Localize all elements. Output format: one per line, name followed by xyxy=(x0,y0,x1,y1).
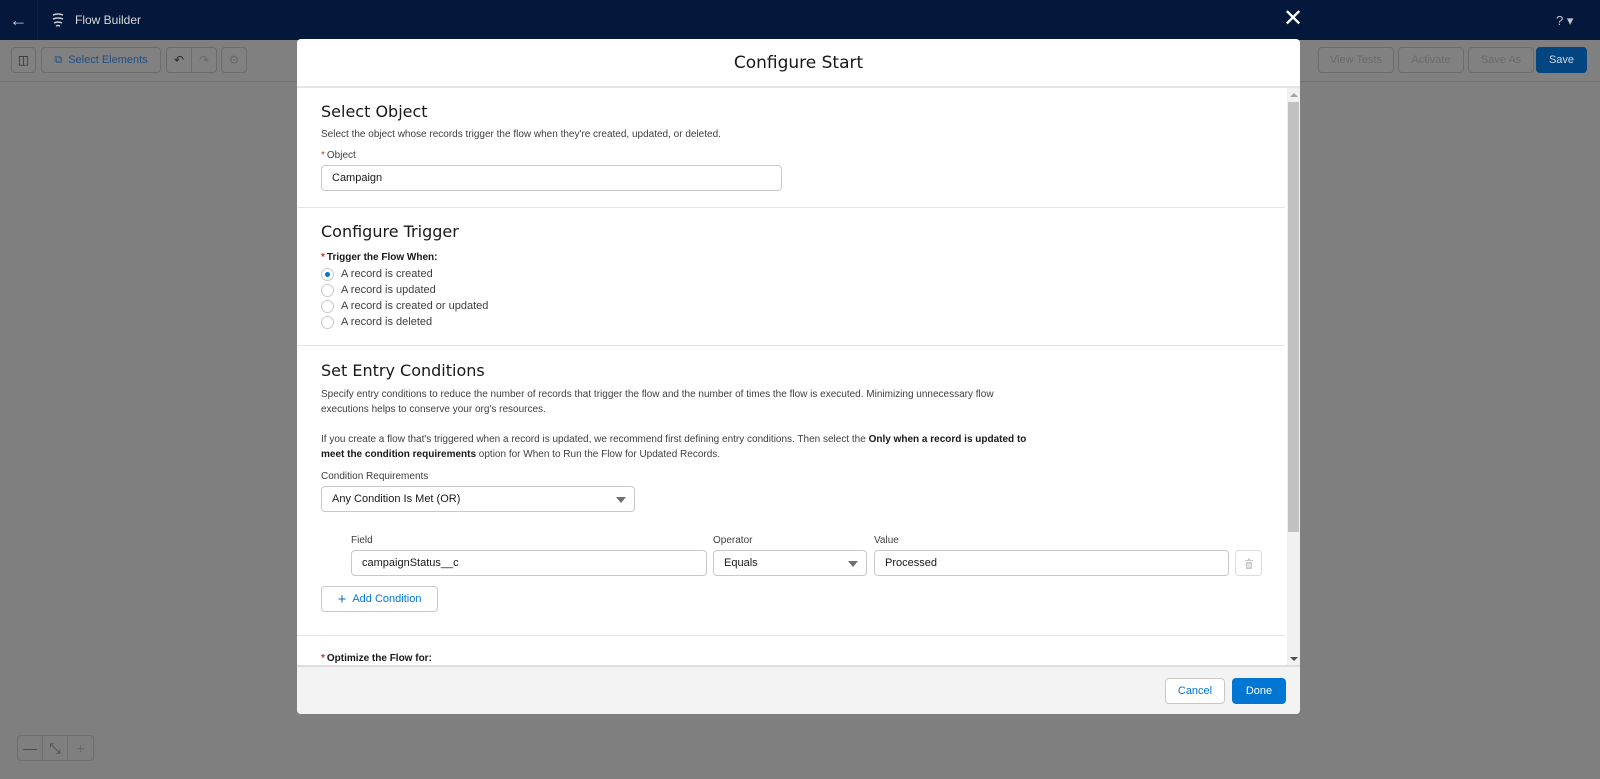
trash-icon xyxy=(1244,558,1253,569)
scrollbar-thumb[interactable] xyxy=(1288,102,1299,532)
field-label: Field xyxy=(351,535,373,546)
value-label: Value xyxy=(874,535,899,546)
trigger-label-text: Trigger the Flow When: xyxy=(326,252,438,263)
entry-conditions-recommendation: If you create a flow that's triggered wh… xyxy=(321,432,1031,462)
app-header: ← Flow Builder ✕ ? ▾ xyxy=(0,0,1600,40)
trigger-option-label: A record is created xyxy=(341,268,433,280)
trigger-option-label: A record is updated xyxy=(341,284,436,296)
toggle-panel-button[interactable]: ◫ xyxy=(11,47,36,73)
recommendation-text: If you create a flow that's triggered wh… xyxy=(321,434,869,445)
select-elements-button[interactable]: ⧉ Select Elements xyxy=(41,47,161,73)
optimize-label: * Optimize the Flow for: xyxy=(321,653,432,664)
undo-icon: ↶ xyxy=(173,53,185,67)
gear-icon: ⚙ xyxy=(228,53,240,67)
required-marker: * xyxy=(321,252,325,263)
select-elements-icon: ⧉ xyxy=(54,53,63,66)
close-modal-icon[interactable]: ✕ xyxy=(1282,6,1304,32)
scroll-up-arrow-icon[interactable] xyxy=(1290,93,1298,97)
required-marker: * xyxy=(321,653,325,664)
cancel-button[interactable]: Cancel xyxy=(1165,678,1225,704)
trigger-option-updated[interactable]: A record is updated xyxy=(321,282,436,298)
canvas-zoom-controls: — ⤡ + xyxy=(17,735,94,761)
radio-button[interactable] xyxy=(321,283,334,297)
condition-field-input[interactable]: campaignStatus__c xyxy=(351,550,707,576)
select-object-description: Select the object whose records trigger … xyxy=(321,129,721,140)
redo-icon: ↷ xyxy=(198,53,210,67)
delete-condition-button[interactable] xyxy=(1235,550,1262,576)
recommendation-text-end: option for When to Run the Flow for Upda… xyxy=(476,449,721,460)
scroll-down-arrow-icon[interactable] xyxy=(1290,657,1298,661)
redo-button[interactable]: ↷ xyxy=(191,47,217,73)
dropdown-arrow-icon xyxy=(616,497,626,503)
condition-requirements-value: Any Condition Is Met (OR) xyxy=(332,493,461,505)
configure-trigger-title: Configure Trigger xyxy=(321,222,459,241)
condition-operator-select[interactable]: Equals xyxy=(713,550,867,576)
undo-button[interactable]: ↶ xyxy=(166,47,192,73)
back-arrow-icon: ← xyxy=(9,9,28,30)
plus-icon: + xyxy=(337,590,347,608)
trigger-option-label: A record is deleted xyxy=(341,316,433,328)
select-elements-label: Select Elements xyxy=(68,54,148,66)
modal-header: Configure Start xyxy=(297,39,1300,88)
modal-title: Configure Start xyxy=(733,52,864,73)
save-button[interactable]: Save xyxy=(1536,47,1587,73)
entry-conditions-description: Specify entry conditions to reduce the n… xyxy=(321,389,994,415)
back-button[interactable]: ← xyxy=(0,0,38,40)
select-object-section: Select Object Select the object whose re… xyxy=(297,88,1285,208)
select-object-title: Select Object xyxy=(321,102,428,121)
condition-requirements-select[interactable]: Any Condition Is Met (OR) xyxy=(321,486,635,512)
trigger-option-label: A record is created or updated xyxy=(341,300,489,312)
condition-requirements-label: Condition Requirements xyxy=(321,471,429,482)
configure-trigger-section: Configure Trigger * Trigger the Flow When… xyxy=(297,208,1285,346)
operator-label: Operator xyxy=(713,535,753,546)
help-menu-button[interactable]: ? ▾ xyxy=(1556,13,1573,29)
entry-conditions-title: Set Entry Conditions xyxy=(321,361,485,380)
fit-to-view-button[interactable]: ⤡ xyxy=(43,736,68,760)
entry-conditions-section: Set Entry Conditions Specify entry condi… xyxy=(297,346,1285,636)
object-label-text: Object xyxy=(326,150,356,161)
trigger-option-created-or-updated[interactable]: A record is created or updated xyxy=(321,298,488,314)
zoom-in-button[interactable]: + xyxy=(68,736,93,760)
add-condition-button[interactable]: + Add Condition xyxy=(321,586,438,612)
trigger-option-created[interactable]: A record is created xyxy=(321,266,433,282)
configure-start-modal: Configure Start Select Object Select the… xyxy=(297,39,1300,714)
required-marker: * xyxy=(321,150,325,161)
object-input[interactable]: Campaign xyxy=(321,165,782,191)
view-tests-button[interactable]: View Tests xyxy=(1318,47,1394,73)
radio-button[interactable] xyxy=(321,299,334,313)
app-title: Flow Builder xyxy=(75,13,142,27)
object-label: * Object xyxy=(321,150,356,161)
flow-builder-logo-icon xyxy=(52,13,64,27)
condition-value-input[interactable]: Processed xyxy=(874,550,1229,576)
done-button[interactable]: Done xyxy=(1232,678,1286,704)
modal-body: Select Object Select the object whose re… xyxy=(297,88,1300,665)
modal-scrollbar[interactable] xyxy=(1287,88,1300,665)
settings-button[interactable]: ⚙ xyxy=(221,47,247,73)
trigger-option-deleted[interactable]: A record is deleted xyxy=(321,314,432,330)
trigger-label: * Trigger the Flow When: xyxy=(321,252,437,263)
panel-toggle-icon: ◫ xyxy=(17,53,30,67)
radio-button[interactable] xyxy=(321,315,334,329)
add-condition-label: Add Condition xyxy=(352,593,422,605)
dropdown-arrow-icon xyxy=(848,561,858,567)
optimize-label-text: Optimize the Flow for: xyxy=(326,653,432,664)
zoom-out-button[interactable]: — xyxy=(18,736,43,760)
operator-value: Equals xyxy=(724,557,758,569)
activate-button[interactable]: Activate xyxy=(1398,47,1464,73)
radio-button-checked[interactable] xyxy=(321,267,334,281)
modal-footer: Cancel Done xyxy=(297,665,1300,714)
save-as-button[interactable]: Save As xyxy=(1468,47,1534,73)
